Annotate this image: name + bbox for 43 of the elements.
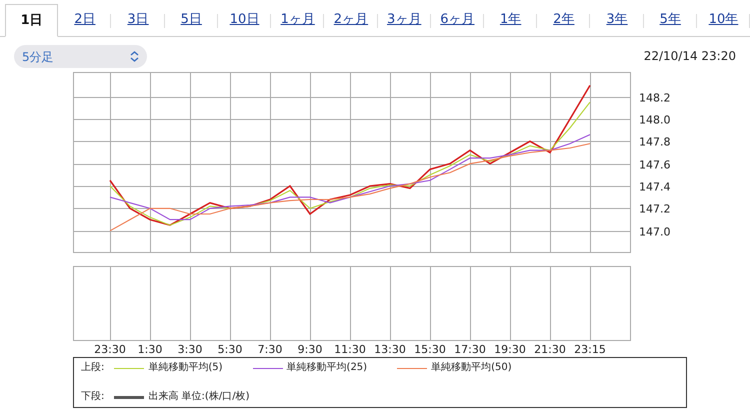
period-tab[interactable]: 2ヶ月 bbox=[324, 4, 378, 36]
period-tab[interactable]: 3年 bbox=[590, 4, 644, 36]
period-tab[interactable]: 3ヶ月 bbox=[378, 4, 431, 36]
time-label: 19:30 bbox=[494, 343, 526, 356]
period-tab[interactable]: 2日 bbox=[58, 4, 112, 36]
time-label: 11:30 bbox=[334, 343, 366, 356]
period-tab[interactable]: 1日 bbox=[5, 4, 58, 37]
price-label: 148.2 bbox=[639, 92, 670, 104]
period-tab[interactable]: 2年 bbox=[537, 4, 590, 36]
time-label: 21:30 bbox=[534, 343, 566, 356]
legend-text: 単純移動平均(50) bbox=[431, 361, 512, 375]
price-label: 147.6 bbox=[639, 158, 670, 172]
legend-label: 上段: bbox=[81, 361, 104, 375]
time-label: 15:30 bbox=[414, 343, 446, 356]
price-label: 148.0 bbox=[639, 114, 670, 126]
period-tab[interactable]: 10年 bbox=[696, 4, 750, 36]
price-label: 147.0 bbox=[639, 226, 670, 238]
legend-label: 下段: bbox=[81, 390, 104, 404]
time-label: 23:30 bbox=[94, 343, 126, 356]
legend-text: 出来高 単位:(株/口/枚) bbox=[148, 390, 250, 404]
time-label: 17:30 bbox=[454, 343, 486, 356]
legend-text: 単純移動平均(25) bbox=[286, 361, 368, 375]
period-tab[interactable]: 10日 bbox=[218, 4, 272, 36]
period-tab[interactable]: 5年 bbox=[644, 4, 697, 36]
time-label: 9:30 bbox=[298, 343, 322, 356]
time-label: 5:30 bbox=[218, 343, 242, 356]
time-label: 3:30 bbox=[178, 343, 202, 356]
interval-select[interactable]: 5分足 bbox=[14, 45, 147, 68]
price-label: 147.8 bbox=[639, 136, 670, 148]
period-tab[interactable]: 1年 bbox=[484, 4, 538, 36]
time-label: 1:30 bbox=[138, 343, 162, 356]
updown-icon bbox=[130, 51, 139, 62]
time-label: 7:30 bbox=[258, 343, 282, 356]
legend-text: 単純移動平均(5) bbox=[148, 361, 223, 375]
period-tab[interactable]: 1ヶ月 bbox=[271, 4, 324, 36]
time-label: 23:15 bbox=[574, 343, 606, 356]
time-label: 13:30 bbox=[374, 343, 406, 356]
price-label: 147.2 bbox=[639, 202, 670, 216]
period-tab[interactable]: 6ヶ月 bbox=[430, 4, 484, 36]
period-tab[interactable]: 3日 bbox=[111, 4, 165, 36]
price-label: 147.4 bbox=[639, 180, 670, 194]
period-tab[interactable]: 5日 bbox=[164, 4, 218, 36]
timestamp: 22/10/14 23:20 bbox=[644, 48, 736, 65]
